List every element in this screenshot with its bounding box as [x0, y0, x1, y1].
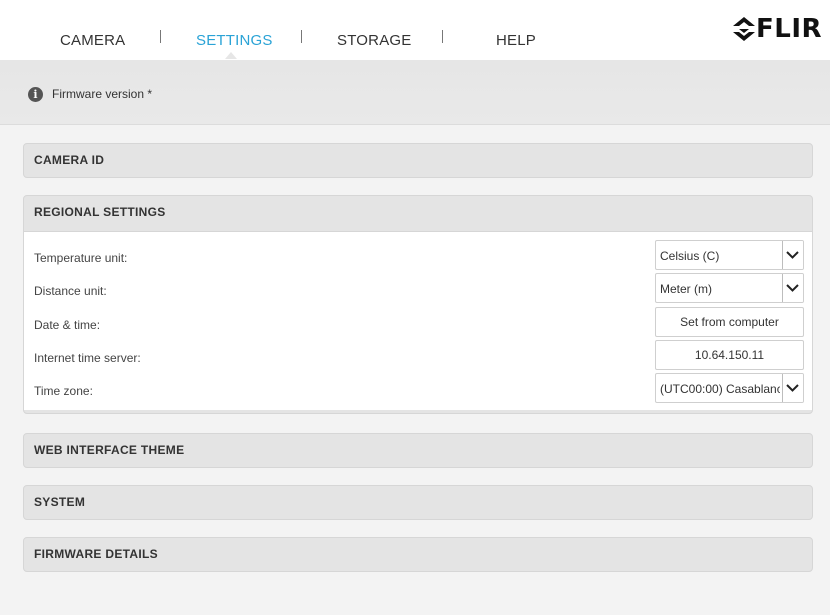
- flir-logo-text: FLIR: [756, 14, 823, 44]
- date-time-label: Date & time:: [34, 318, 101, 332]
- temperature-unit-select[interactable]: Celsius (C): [655, 240, 804, 270]
- internet-time-server-input[interactable]: 10.64.150.11: [655, 340, 804, 370]
- distance-unit-select[interactable]: Meter (m): [655, 273, 804, 303]
- chevron-down-icon[interactable]: [782, 241, 803, 269]
- active-tab-indicator: [225, 52, 237, 59]
- flir-logo-icon: [733, 17, 755, 41]
- nav-tab-settings[interactable]: SETTINGS: [196, 32, 273, 49]
- firmware-details-header[interactable]: FIRMWARE DETAILS: [24, 538, 812, 571]
- regional-settings-body: Temperature unit: Celsius (C) Distance u…: [24, 231, 812, 410]
- temperature-unit-label: Temperature unit:: [34, 251, 128, 265]
- info-icon: i: [28, 87, 43, 102]
- firmware-version-text: Firmware version *: [52, 87, 153, 101]
- web-interface-theme-header[interactable]: WEB INTERFACE THEME: [24, 434, 812, 467]
- distance-unit-value: Meter (m): [660, 282, 712, 296]
- regional-settings-header[interactable]: REGIONAL SETTINGS: [24, 196, 812, 229]
- chevron-down-icon[interactable]: [782, 374, 803, 402]
- camera-id-header[interactable]: CAMERA ID: [24, 144, 812, 177]
- flir-logo: FLIR: [732, 14, 822, 44]
- system-header[interactable]: SYSTEM: [24, 486, 812, 519]
- nav-tab-camera[interactable]: CAMERA: [60, 32, 125, 49]
- nav-separator: [301, 30, 302, 43]
- nav-separator: [442, 30, 443, 43]
- distance-unit-label: Distance unit:: [34, 284, 107, 298]
- chevron-down-icon[interactable]: [782, 274, 803, 302]
- time-zone-label: Time zone:: [34, 384, 93, 398]
- firmware-info-bar: i Firmware version *: [0, 60, 830, 125]
- camera-id-panel[interactable]: CAMERA ID: [23, 143, 813, 178]
- set-from-computer-button[interactable]: Set from computer: [655, 307, 804, 337]
- firmware-details-panel[interactable]: FIRMWARE DETAILS: [23, 537, 813, 572]
- regional-settings-panel: REGIONAL SETTINGS Temperature unit: Cels…: [23, 195, 813, 414]
- temperature-unit-value: Celsius (C): [660, 249, 720, 263]
- top-navigation-bar: CAMERA SETTINGS STORAGE HELP FLIR: [0, 0, 830, 60]
- system-panel[interactable]: SYSTEM: [23, 485, 813, 520]
- time-zone-select[interactable]: (UTC00:00) Casablanca: [655, 373, 804, 403]
- web-interface-theme-panel[interactable]: WEB INTERFACE THEME: [23, 433, 813, 468]
- nav-tab-storage[interactable]: STORAGE: [337, 32, 411, 49]
- nav-tab-help[interactable]: HELP: [496, 32, 536, 49]
- nav-separator: [160, 30, 161, 43]
- internet-time-server-label: Internet time server:: [34, 351, 141, 365]
- time-zone-value: (UTC00:00) Casablanca: [660, 382, 780, 396]
